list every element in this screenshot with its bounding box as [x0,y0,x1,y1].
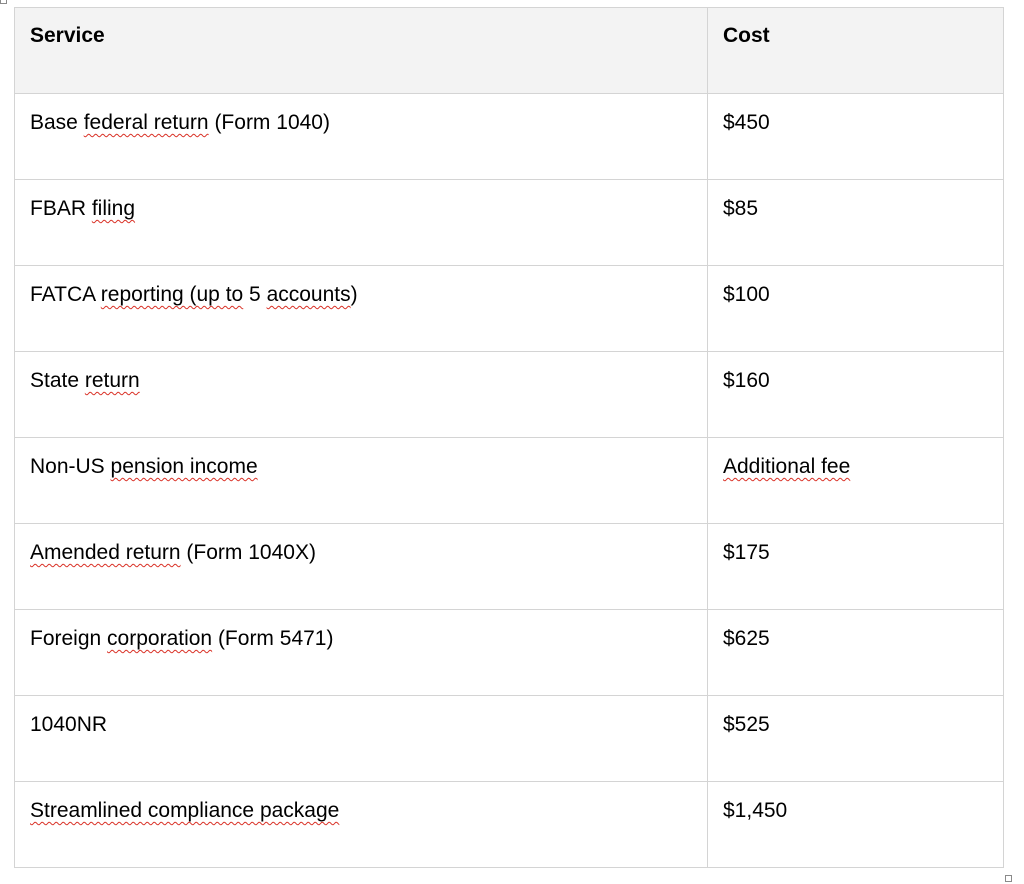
cost-text: $450 [723,111,770,134]
service-text: (Form 5471) [212,627,334,650]
table-header: Service Cost [14,7,1004,94]
misspelled-text: filing [91,197,136,220]
service-text: Foreign [30,627,108,650]
service-cell[interactable]: Non-US pension income [14,437,708,524]
table-row: 1040NR $525 [14,695,1004,782]
table-row: FBAR filing $85 [14,179,1004,266]
cost-cell[interactable]: $525 [707,695,1004,782]
misspelled-text: return [84,369,140,392]
service-text: 1040NR [30,713,108,736]
table-row: Amended return (Form 1040X) $175 [14,523,1004,610]
table-resize-handle-bottom-right[interactable] [1005,875,1012,882]
misspelled-text: federal return [83,111,209,134]
service-text: (Form 1040X) [180,541,316,564]
misspelled-text: pension income [110,455,258,478]
table-row: State return $160 [14,351,1004,438]
header-cost[interactable]: Cost [707,7,1004,94]
service-text: State [30,369,85,392]
table-body: Base federal return (Form 1040) $450 FBAR … [14,93,1004,868]
table-row: Streamlined compliance package $1,450 [14,781,1004,868]
service-cell[interactable]: FBAR filing [14,179,708,266]
misspelled-text: corporation [107,627,213,650]
service-text: 5 [243,283,267,306]
misspelled-text: accounts [266,283,351,306]
service-cell[interactable]: FATCA reporting (up to 5 accounts) [14,265,708,352]
service-cell[interactable]: 1040NR [14,695,708,782]
cost-text: $525 [723,713,770,736]
cost-text: $625 [723,627,770,650]
cost-cell[interactable]: Additional fee [707,437,1004,524]
cost-cell[interactable]: $160 [707,351,1004,438]
misspelled-text: Additional fee [723,455,851,478]
cost-text: $100 [723,283,770,306]
table-resize-handle-top-left[interactable] [0,0,7,4]
header-service[interactable]: Service [14,7,708,94]
cost-text: $175 [723,541,770,564]
cost-cell[interactable]: $85 [707,179,1004,266]
cost-text: $160 [723,369,770,392]
service-text: FBAR [30,197,92,220]
table-row: Base federal return (Form 1040) $450 [14,93,1004,180]
misspelled-text: reporting (up to [100,283,244,306]
cost-cell[interactable]: $100 [707,265,1004,352]
table-row: Foreign corporation (Form 5471) $625 [14,609,1004,696]
service-cell[interactable]: Amended return (Form 1040X) [14,523,708,610]
cost-cell[interactable]: $1,450 [707,781,1004,868]
service-cell[interactable]: State return [14,351,708,438]
misspelled-text: Amended return [30,541,181,564]
table-row: Non-US pension income Additional fee [14,437,1004,524]
pricing-table: Service Cost Base federal return (Form 1… [14,7,1004,868]
cost-cell[interactable]: $175 [707,523,1004,610]
table-row: FATCA reporting (up to 5 accounts) $100 [14,265,1004,352]
misspelled-text: Streamlined compliance package [30,799,340,822]
service-text: FATCA [30,283,101,306]
service-cell[interactable]: Base federal return (Form 1040) [14,93,708,180]
service-cell[interactable]: Streamlined compliance package [14,781,708,868]
cost-cell[interactable]: $450 [707,93,1004,180]
header-row: Service Cost [14,7,1004,94]
cost-cell[interactable]: $625 [707,609,1004,696]
service-text: ) [350,283,358,306]
service-text: Base [30,111,84,134]
cost-text: $1,450 [723,799,788,822]
service-text: Non-US [30,455,111,478]
cost-text: $85 [723,197,759,220]
service-text: (Form 1040) [208,111,330,134]
service-cell[interactable]: Foreign corporation (Form 5471) [14,609,708,696]
